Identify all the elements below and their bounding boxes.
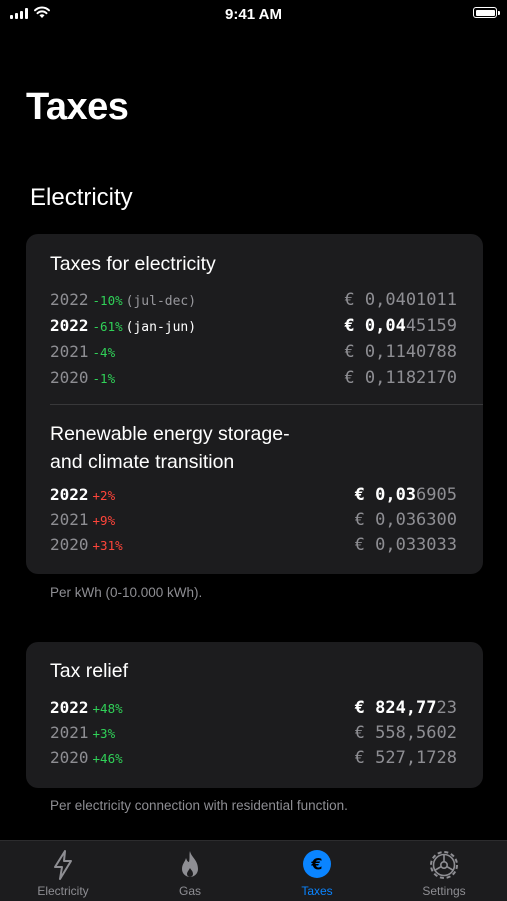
gear-icon: [381, 849, 507, 881]
status-bar: 9:41 AM: [0, 0, 507, 30]
row-year: 2020: [50, 368, 89, 387]
tab-bar: Electricity Gas € Taxes Settings: [0, 840, 507, 901]
battery-icon: [473, 7, 500, 18]
row-year: 2020: [50, 535, 89, 554]
relief-footnote: Per electricity connection with resident…: [50, 798, 348, 813]
row-note: (jan-jun): [125, 320, 197, 335]
tab-label: Electricity: [37, 884, 89, 898]
row-value: € 558,5602: [354, 723, 457, 743]
row-change: +48%: [92, 701, 123, 716]
status-time: 9:41 AM: [225, 6, 282, 23]
row-change: +3%: [92, 726, 116, 741]
row-year: 2021: [50, 342, 89, 361]
tab-label: Gas: [178, 884, 201, 898]
row-value: € 0,1140788: [344, 342, 457, 362]
euro-circle-icon: €: [254, 849, 380, 881]
row-note: (jul-dec): [125, 294, 197, 309]
renewable-row: 2022 +2% € 0,036905: [50, 485, 457, 507]
relief-row: 2022 +48% € 824,7723: [50, 698, 457, 720]
row-year: 2022: [50, 316, 89, 335]
renewable-row: 2020 +31% € 0,033033: [50, 535, 457, 557]
tab-label: Taxes: [301, 884, 333, 898]
row-value: € 0,033033: [354, 535, 457, 555]
electricity-footnote: Per kWh (0-10.000 kWh).: [50, 585, 203, 600]
tax-row: 2020 -1% € 0,1182170: [50, 368, 457, 390]
row-year: 2021: [50, 510, 89, 529]
row-change: -1%: [92, 371, 116, 386]
row-year: 2022: [50, 698, 89, 717]
section-title: Electricity: [30, 184, 133, 211]
row-value: € 0,036905: [354, 485, 457, 505]
row-year: 2022: [50, 290, 89, 309]
card-title: Tax relief: [50, 660, 129, 682]
row-change: +31%: [92, 538, 123, 553]
row-value: € 0,036300: [354, 510, 457, 530]
tab-gas[interactable]: Gas: [127, 841, 253, 901]
tax-row: 2022 -61% (jan-jun) € 0,0445159: [50, 316, 457, 338]
row-value: € 0,0401011: [344, 290, 457, 310]
row-year: 2021: [50, 723, 89, 742]
card-divider: [50, 404, 483, 405]
tab-electricity[interactable]: Electricity: [0, 841, 126, 901]
row-value: € 824,7723: [354, 698, 457, 718]
row-change: -61%: [92, 319, 123, 334]
tax-row: 2021 -4% € 0,1140788: [50, 342, 457, 364]
relief-row: 2021 +3% € 558,5602: [50, 723, 457, 745]
row-change: -4%: [92, 345, 116, 360]
tab-taxes[interactable]: € Taxes: [254, 841, 380, 901]
page-title: Taxes: [26, 86, 129, 128]
tab-settings[interactable]: Settings: [381, 841, 507, 901]
row-value: € 0,0445159: [344, 316, 457, 336]
row-year: 2022: [50, 485, 89, 504]
tab-label: Settings: [422, 884, 466, 898]
row-change: +46%: [92, 751, 123, 766]
tax-relief-card: Tax relief 2022 +48% € 824,7723 2021 +3% €…: [26, 642, 483, 788]
row-year: 2020: [50, 748, 89, 767]
renewable-row: 2021 +9% € 0,036300: [50, 510, 457, 532]
bolt-icon: [0, 849, 126, 881]
row-change: +9%: [92, 513, 116, 528]
tax-row: 2022 -10% (jul-dec) € 0,0401011: [50, 290, 457, 312]
flame-icon: [127, 849, 253, 881]
row-value: € 0,1182170: [344, 368, 457, 388]
row-change: +2%: [92, 488, 116, 503]
renewable-title: Renewable energy storage- and climate tr…: [50, 423, 290, 473]
row-value: € 527,1728: [354, 748, 457, 768]
relief-row: 2020 +46% € 527,1728: [50, 748, 457, 770]
row-change: -10%: [92, 293, 123, 308]
svg-text:€: €: [310, 855, 322, 874]
card-title: Taxes for electricity: [50, 253, 216, 275]
electricity-taxes-card: Taxes for electricity 2022 -10% (jul-dec) …: [26, 234, 483, 574]
